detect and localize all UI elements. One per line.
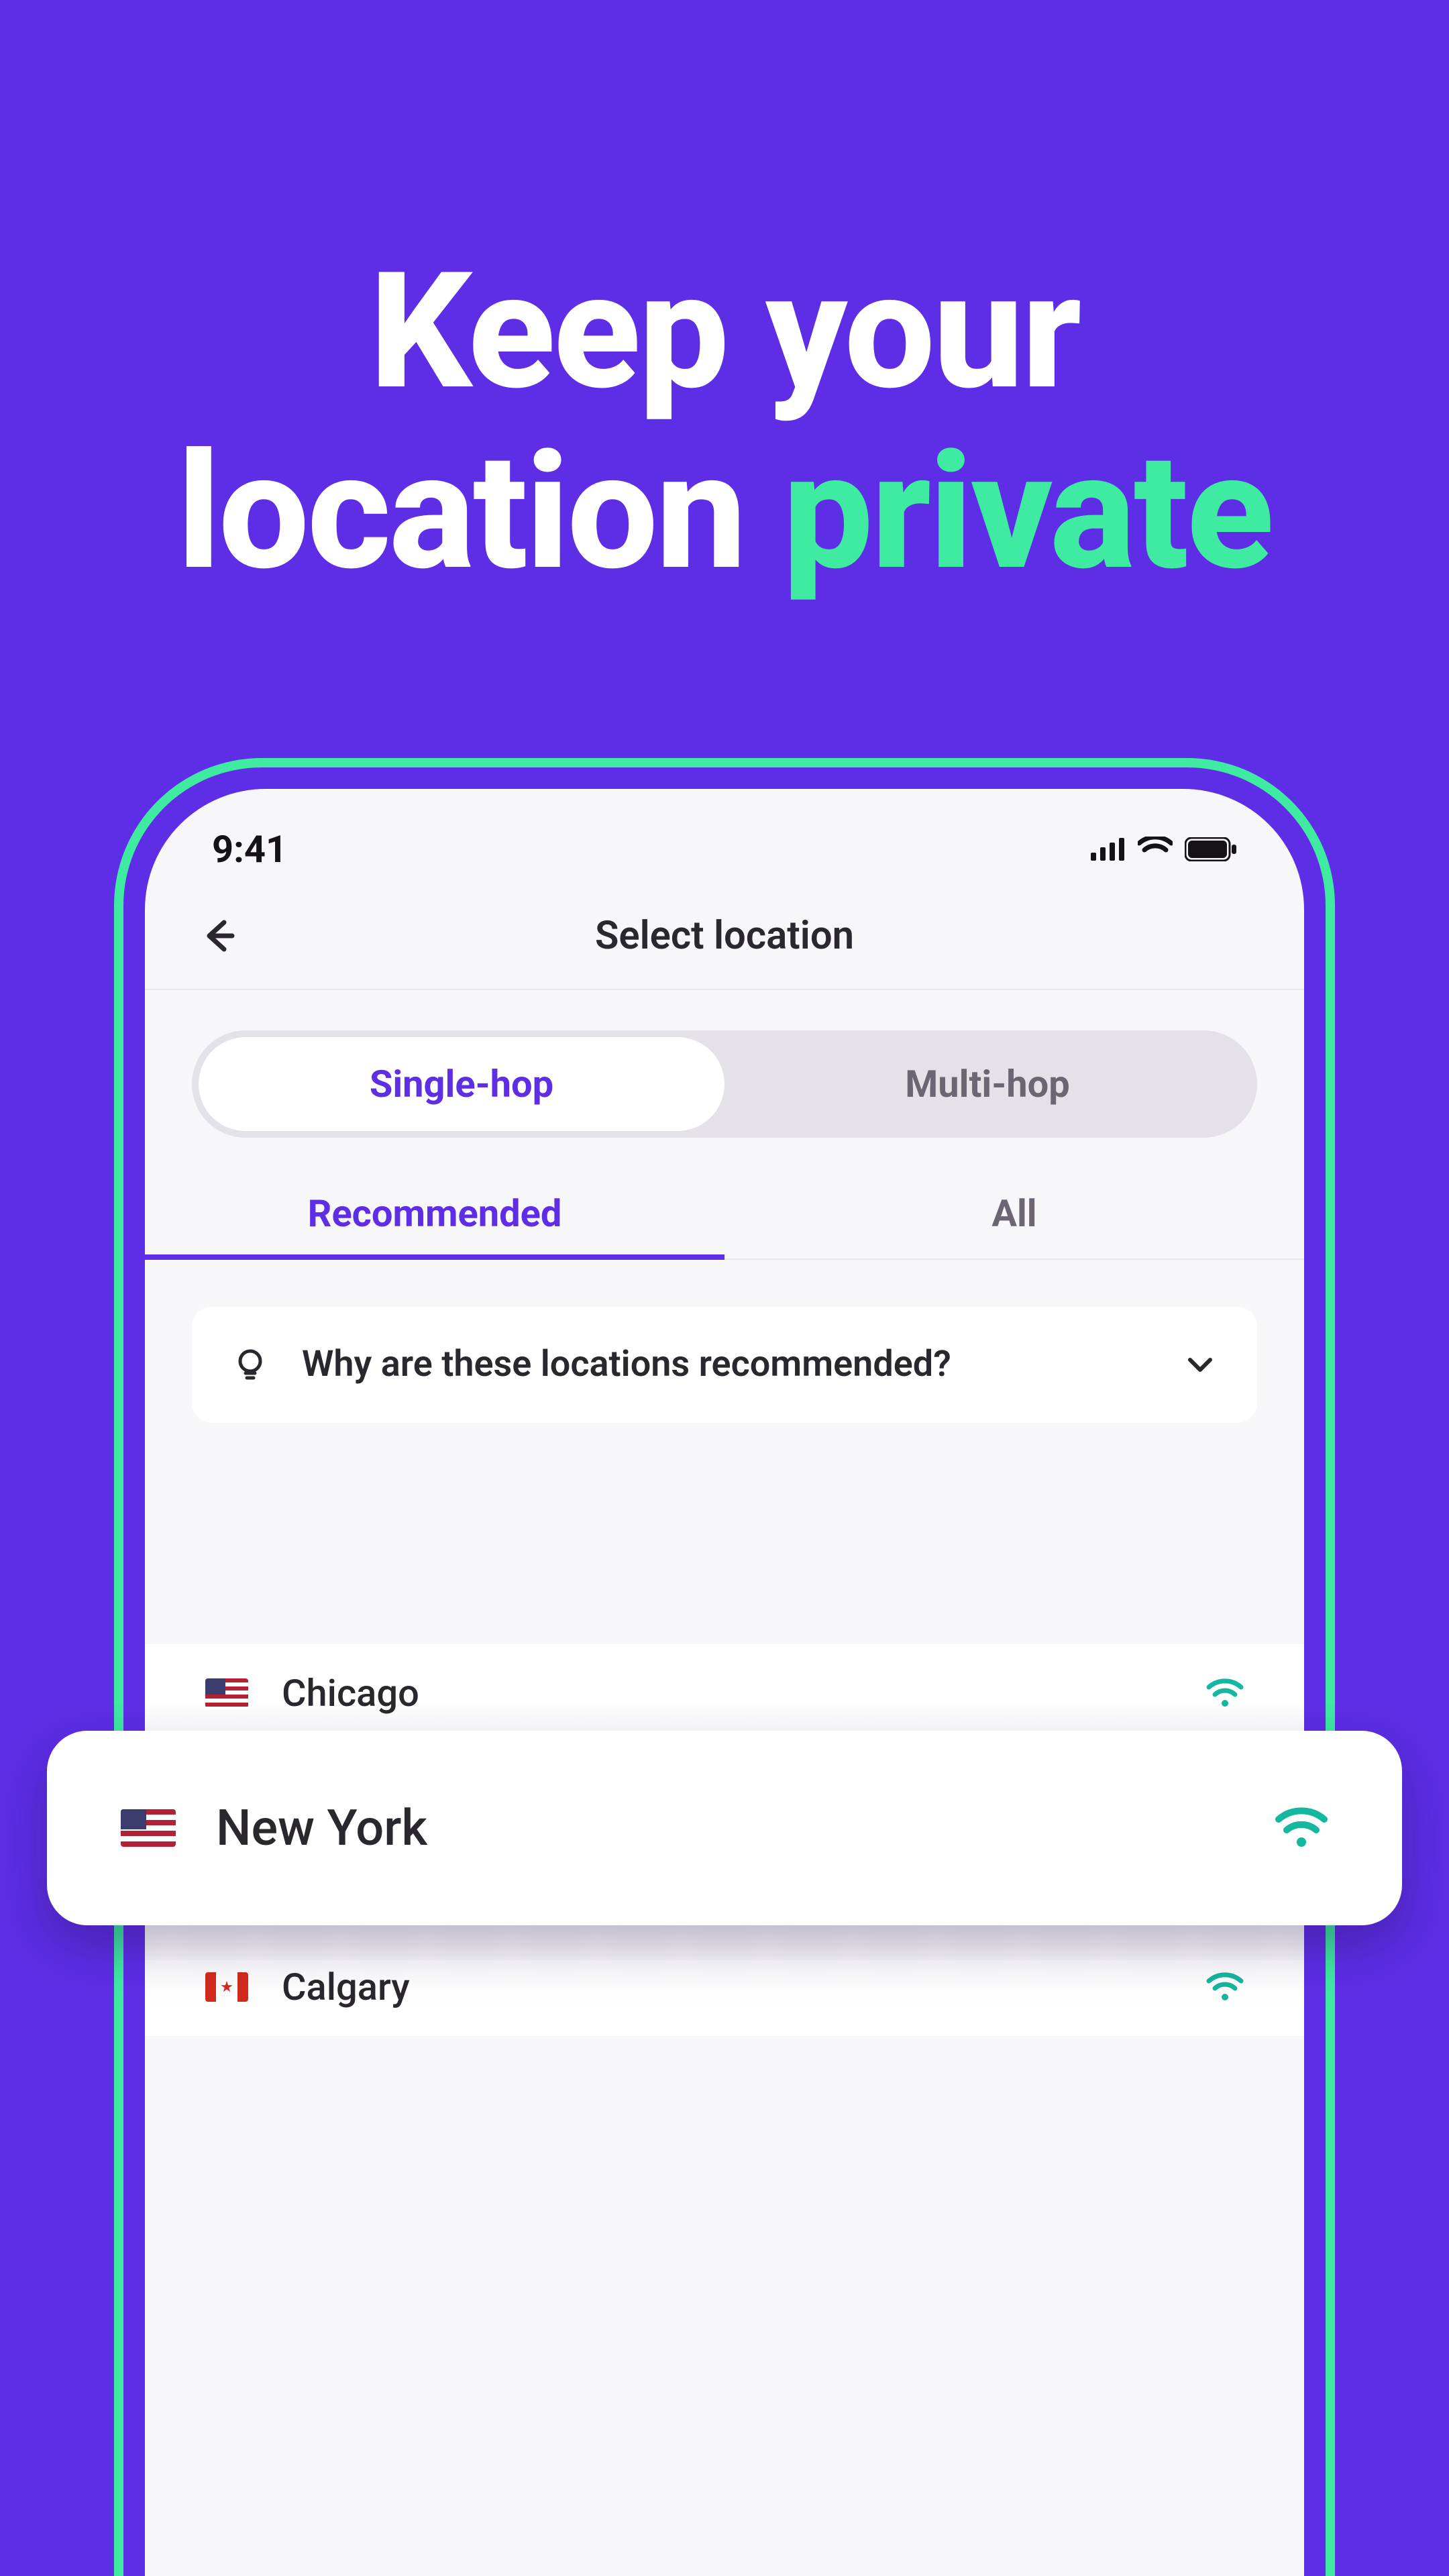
info-disclosure[interactable]: Why are these locations recommended? (192, 1307, 1257, 1423)
phone-screen: 9:41 Select location Single-hop Multi-ho… (145, 789, 1304, 2576)
location-row[interactable]: Chicago (145, 1644, 1304, 1742)
location-tabs: Recommended All (145, 1165, 1304, 1260)
cellular-icon (1091, 838, 1126, 861)
page-title: Select location (595, 913, 854, 959)
selected-location-card[interactable]: New York (47, 1731, 1402, 1925)
back-button[interactable] (192, 909, 246, 963)
flag-ca-icon (205, 1972, 248, 2002)
status-time: 9:41 (212, 827, 287, 871)
selected-city-label: New York (216, 1799, 1234, 1858)
wifi-status-icon (1138, 837, 1173, 862)
flag-us-icon (121, 1809, 176, 1847)
signal-strength-icon (1206, 1972, 1244, 2002)
flag-us-icon (205, 1678, 248, 1708)
city-label: Chicago (282, 1671, 1173, 1715)
hop-segmented-control: Single-hop Multi-hop (192, 1030, 1257, 1138)
segment-single-hop[interactable]: Single-hop (199, 1037, 724, 1131)
headline-line1: Keep your (370, 237, 1080, 426)
headline-accent: private (783, 417, 1272, 606)
arrow-left-icon (197, 914, 240, 957)
marketing-headline: Keep your location private (0, 241, 1449, 602)
city-label: Calgary (282, 1965, 1173, 2009)
tab-all[interactable]: All (724, 1165, 1304, 1258)
battery-icon (1185, 837, 1237, 861)
location-row[interactable]: Calgary (145, 1938, 1304, 2036)
tab-recommended[interactable]: Recommended (145, 1165, 724, 1258)
lightbulb-icon (232, 1346, 268, 1383)
signal-strength-icon (1206, 1678, 1244, 1708)
status-bar: 9:41 (145, 789, 1304, 883)
nav-bar: Select location (145, 883, 1304, 990)
headline-line2a: location (177, 417, 783, 606)
segment-multi-hop[interactable]: Multi-hop (724, 1037, 1250, 1131)
status-icons (1091, 837, 1237, 862)
info-text: Why are these locations recommended? (302, 1340, 1150, 1389)
chevron-down-icon (1183, 1348, 1217, 1381)
signal-strength-icon (1275, 1807, 1328, 1849)
